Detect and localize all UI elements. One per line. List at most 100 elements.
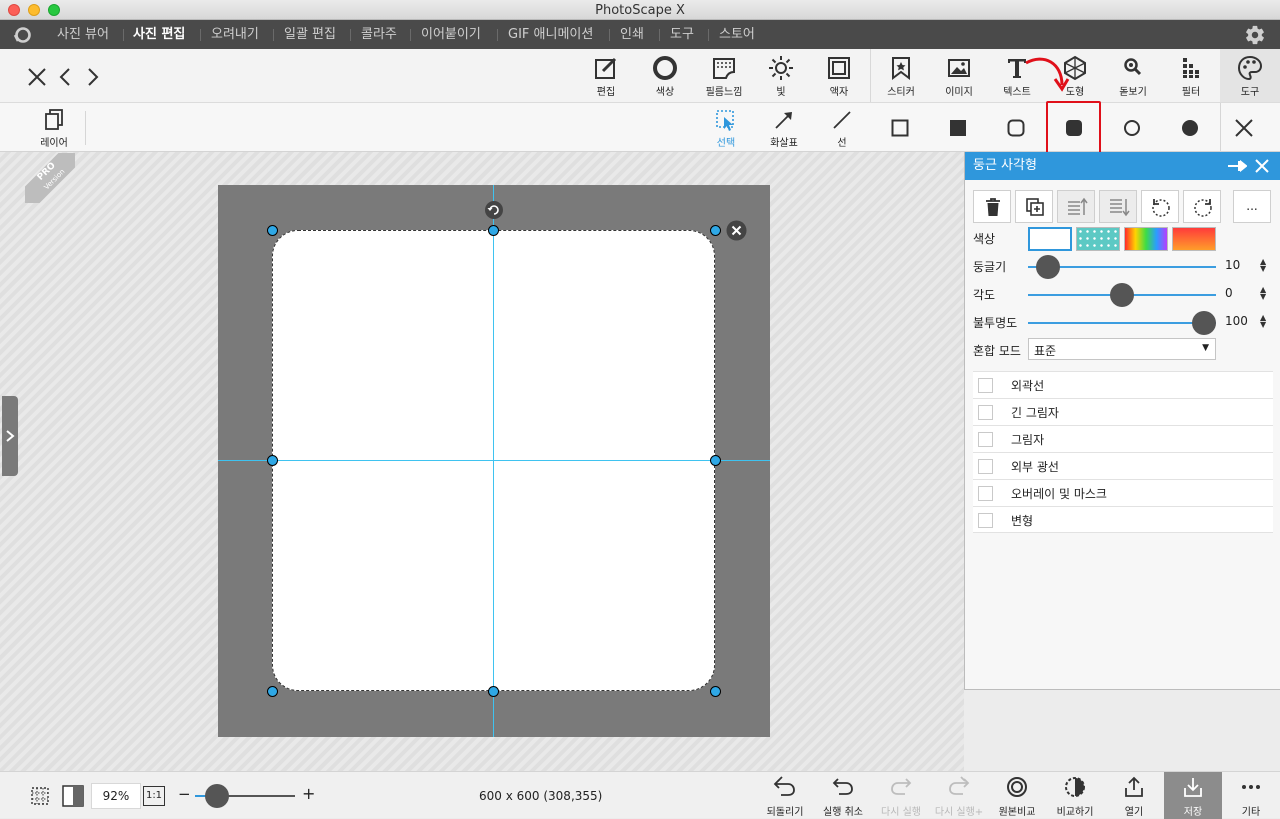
zoom-slider[interactable] [195, 784, 295, 808]
angle-value[interactable]: 0 [1225, 286, 1233, 300]
revert-button[interactable]: 되돌리기 [756, 776, 814, 818]
zoom-in-button[interactable]: + [302, 784, 315, 803]
next-icon[interactable] [86, 67, 100, 87]
tool-edit[interactable]: 편집 [576, 55, 636, 98]
duplicate-button[interactable] [1015, 190, 1053, 223]
rounded-rectangle-outline-icon[interactable] [1007, 119, 1025, 137]
pin-icon[interactable] [1227, 159, 1247, 173]
menu-collage[interactable]: 콜라주 [361, 20, 397, 49]
line-tool[interactable]: 선 [812, 108, 872, 149]
resize-handle-top[interactable] [488, 225, 499, 236]
redo-all-button[interactable]: 다시 실행+ [930, 776, 988, 818]
outline-checkbox[interactable] [978, 378, 993, 393]
compare-button[interactable]: 비교하기 [1046, 776, 1104, 818]
color-swatch-pattern[interactable] [1076, 227, 1120, 251]
menu-store[interactable]: 스토어 [719, 20, 755, 49]
option-outline[interactable]: 외곽선 [973, 371, 1273, 398]
blend-mode-select[interactable]: 표준 ▼ [1028, 338, 1216, 360]
undo-button[interactable]: 실행 취소 [814, 776, 872, 818]
menu-batch-editor[interactable]: 일괄 편집 [284, 20, 336, 49]
option-outer-glow[interactable]: 외부 광선 [973, 452, 1273, 479]
opacity-slider-knob[interactable] [1192, 311, 1216, 335]
rotate-left-button[interactable] [1141, 190, 1179, 223]
resize-handle-bottom[interactable] [488, 686, 499, 697]
opacity-stepper[interactable]: ▲ ▼ [1260, 314, 1266, 329]
option-transform[interactable]: 변형 [973, 506, 1273, 533]
angle-slider-knob[interactable] [1110, 283, 1134, 307]
previous-icon[interactable] [58, 67, 72, 87]
zoom-slider-knob[interactable] [205, 784, 229, 808]
opacity-value[interactable]: 100 [1225, 314, 1248, 328]
rotate-handle-icon[interactable] [484, 200, 504, 220]
shadow-checkbox[interactable] [978, 432, 993, 447]
tool-color[interactable]: 색상 [635, 55, 695, 98]
rounded-rectangle-filled-icon[interactable] [1065, 119, 1083, 137]
send-backward-button[interactable] [1099, 190, 1137, 223]
compare-view-icon[interactable] [62, 785, 84, 807]
resize-handle-left[interactable] [267, 455, 278, 466]
resize-handle-bottom-right[interactable] [710, 686, 721, 697]
outer-glow-checkbox[interactable] [978, 459, 993, 474]
color-swatch-gradient[interactable] [1172, 227, 1216, 251]
app-logo-icon[interactable] [12, 26, 32, 44]
close-icon[interactable] [27, 67, 47, 87]
menu-tools[interactable]: 도구 [670, 20, 694, 49]
option-long-shadow[interactable]: 긴 그림자 [973, 398, 1273, 425]
open-button[interactable]: 열기 [1105, 776, 1163, 818]
tool-magnifier[interactable]: 돋보기 [1103, 55, 1163, 98]
side-panel-toggle[interactable] [2, 396, 18, 476]
menu-cut-out[interactable]: 오려내기 [211, 20, 259, 49]
circle-outline-icon[interactable] [1123, 119, 1141, 137]
menu-combine[interactable]: 이어붙이기 [421, 20, 481, 49]
actual-size-button[interactable]: 1:1 [143, 786, 165, 806]
tool-light[interactable]: 빛 [751, 55, 811, 98]
transform-checkbox[interactable] [978, 513, 993, 528]
arrow-tool[interactable]: 화살표 [754, 108, 814, 149]
menu-photo-viewer[interactable]: 사진 뷰어 [57, 20, 109, 49]
rectangle-filled-icon[interactable] [949, 119, 967, 137]
tool-filter[interactable]: 필터 [1161, 55, 1221, 98]
circle-filled-icon[interactable] [1181, 119, 1199, 137]
tool-frame[interactable]: 액자 [809, 55, 869, 98]
angle-slider[interactable] [1028, 283, 1216, 307]
tool-image[interactable]: 이미지 [929, 55, 989, 98]
long-shadow-checkbox[interactable] [978, 405, 993, 420]
close-shape-tools-icon[interactable] [1234, 118, 1254, 138]
close-panel-icon[interactable] [1255, 159, 1269, 173]
roundness-slider[interactable] [1028, 255, 1216, 279]
menu-photo-editor[interactable]: 사진 편집 [133, 20, 185, 49]
rotate-right-button[interactable] [1183, 190, 1221, 223]
delete-shape-icon[interactable] [726, 220, 747, 241]
layer-button[interactable]: 레이어 [24, 108, 84, 149]
option-overlay-mask[interactable]: 오버레이 및 마스크 [973, 479, 1273, 506]
select-tool[interactable]: 선택 [696, 108, 756, 149]
menu-gif-animation[interactable]: GIF 애니메이션 [508, 20, 593, 49]
overlay-mask-checkbox[interactable] [978, 486, 993, 501]
more-options-button[interactable]: ... [1233, 190, 1271, 223]
angle-stepper[interactable]: ▲ ▼ [1260, 286, 1266, 301]
more-button[interactable]: 기타 [1222, 776, 1280, 818]
tool-tools[interactable]: 도구 [1220, 55, 1280, 98]
menu-print[interactable]: 인쇄 [620, 20, 644, 49]
resize-handle-top-left[interactable] [267, 225, 278, 236]
zoom-level-field[interactable]: 92% [91, 783, 141, 809]
color-swatch-rainbow[interactable] [1124, 227, 1168, 251]
grid-toggle-icon[interactable] [30, 786, 50, 806]
tool-sticker[interactable]: 스티커 [871, 55, 931, 98]
option-shadow[interactable]: 그림자 [973, 425, 1273, 452]
resize-handle-top-right[interactable] [710, 225, 721, 236]
roundness-slider-knob[interactable] [1036, 255, 1061, 279]
settings-gear-icon[interactable] [1244, 24, 1266, 46]
compare-original-button[interactable]: 원본비교 [988, 776, 1046, 818]
color-swatch-solid[interactable] [1028, 227, 1072, 251]
opacity-slider[interactable] [1028, 311, 1216, 335]
resize-handle-bottom-left[interactable] [267, 686, 278, 697]
delete-button[interactable] [973, 190, 1011, 223]
resize-handle-right[interactable] [710, 455, 721, 466]
rectangle-outline-icon[interactable] [891, 119, 909, 137]
roundness-value[interactable]: 10 [1225, 258, 1240, 272]
roundness-stepper[interactable]: ▲ ▼ [1260, 258, 1266, 273]
zoom-out-button[interactable]: − [178, 785, 191, 803]
save-button[interactable]: 저장 [1164, 776, 1222, 818]
redo-button[interactable]: 다시 실행 [872, 776, 930, 818]
